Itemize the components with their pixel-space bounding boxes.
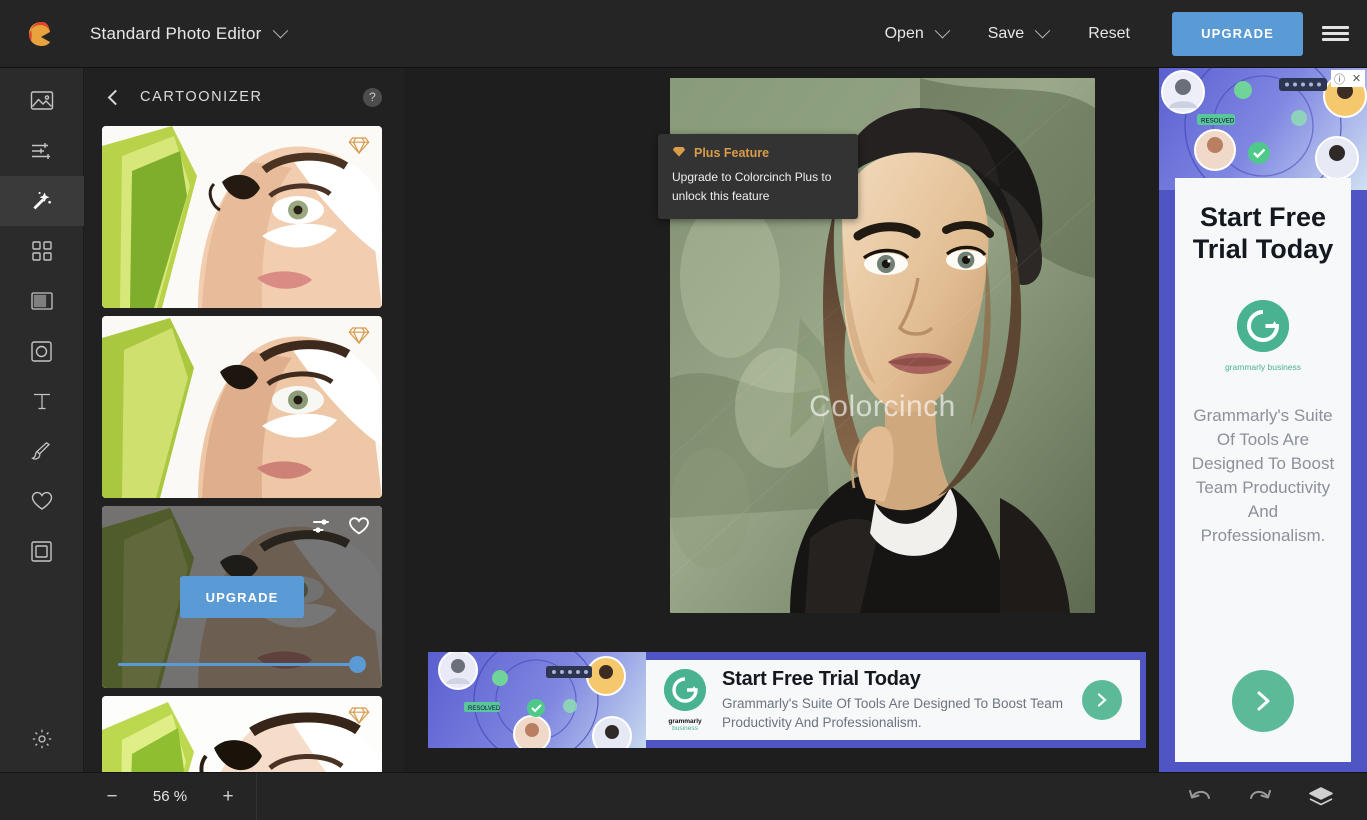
footer-tools [1187,785,1367,809]
colorcinch-logo-icon [27,20,57,48]
thumbnail-upgrade-button[interactable]: UPGRADE [180,576,304,618]
banner-ad-headline: Start Free Trial Today [722,668,1066,691]
effects-panel: CARTOONIZER ? [84,68,404,772]
ad-badge-group: ⓘ ✕ [1331,70,1365,87]
layers-icon[interactable] [1307,785,1335,809]
right-ad-cta-button[interactable] [1232,670,1294,732]
chevron-down-icon [1035,23,1051,39]
sidebar-item-vignette[interactable] [0,326,84,376]
heart-outline-icon[interactable] [348,516,370,541]
sidebar-item-textures[interactable] [0,276,84,326]
help-question-icon[interactable]: ? [363,88,382,107]
effect-thumbnail-1[interactable] [102,126,382,308]
thumbnail-tools [312,516,370,541]
thumbnail-preview-image [102,126,382,308]
redo-icon[interactable] [1247,787,1273,807]
save-menu-button[interactable]: Save [968,0,1068,68]
effect-thumbnail-4[interactable] [102,696,382,772]
panel-title: CARTOONIZER [140,89,363,105]
app-logo[interactable] [0,20,84,48]
right-ad-artwork: RESOLVED ⓘ ✕ [1159,68,1367,190]
diamond-gem-icon [672,145,686,161]
plus-icon[interactable]: + [220,786,236,808]
thumbnail-preview-image [102,316,382,498]
right-ad-card: Start Free Trial Today grammarly busines… [1175,178,1351,762]
hamburger-menu-icon[interactable] [1303,0,1367,68]
chevron-down-icon [273,23,289,39]
zoom-level-value: 56 % [146,788,194,805]
tooltip-title: Plus Feature [694,146,769,160]
chevron-right-icon [1082,680,1122,720]
bottom-banner-ad[interactable]: RESOLVED grammarly [428,652,1146,748]
chevron-right-icon [1232,670,1294,732]
effect-thumbnail-3[interactable]: UPGRADE [102,506,382,688]
ad-info-icon[interactable]: ⓘ [1331,70,1348,87]
sidebar-item-brush[interactable] [0,426,84,476]
svg-text:RESOLVED: RESOLVED [1201,118,1235,125]
effect-thumbnail-2[interactable] [102,316,382,498]
tool-rail [0,68,84,772]
sidebar-item-photo[interactable] [0,76,84,126]
reset-button[interactable]: Reset [1068,0,1150,68]
grammarly-logo-icon: grammarly business [664,669,706,732]
thumbnail-preview-image [102,696,382,772]
undo-icon[interactable] [1187,787,1213,807]
right-ad-headline-line1: Start Free [1200,202,1326,232]
chevron-left-icon[interactable] [106,88,124,106]
banner-ad-text: Start Free Trial Today Grammarly's Suite… [722,668,1066,732]
right-ad-body: Grammarly's Suite Of Tools Are Designed … [1185,404,1341,549]
brand-wordmark: grammarly business [1225,362,1301,372]
brand-name: grammarly [1225,362,1265,372]
app-title-dropdown[interactable]: Standard Photo Editor [90,24,286,44]
save-menu-label: Save [988,25,1024,43]
svg-text:RESOLVED: RESOLVED [468,706,501,712]
sliders-icon[interactable] [312,516,334,541]
app-title-label: Standard Photo Editor [90,24,261,44]
banner-ad-artwork: RESOLVED [428,652,646,748]
chevron-down-icon [934,23,950,39]
sidebar-item-frames[interactable] [0,526,84,576]
brand-suffix: business [672,725,698,732]
right-sidebar-ad[interactable]: RESOLVED ⓘ ✕ Start Free Trial Today [1159,68,1367,772]
effect-thumbnail-list[interactable]: UPGRADE [84,126,404,772]
slider-track [118,663,366,666]
header-menu: Open Save Reset UPGRADE [865,0,1367,68]
panel-header: CARTOONIZER ? [84,68,404,126]
sidebar-item-favorites[interactable] [0,476,84,526]
upgrade-button[interactable]: UPGRADE [1172,12,1303,56]
diamond-gem-icon [348,705,370,725]
right-ad-headline: Start Free Trial Today [1193,202,1334,266]
plus-feature-tooltip: Plus Feature Upgrade to Colorcinch Plus … [658,134,858,219]
tooltip-body: Upgrade to Colorcinch Plus to unlock thi… [672,168,844,205]
photo-editor-app: Standard Photo Editor Open Save Reset UP… [0,0,1367,820]
settings-button[interactable] [0,714,84,764]
open-menu-label: Open [885,25,924,43]
brand-name: grammarly [668,718,701,725]
diamond-gem-icon [348,135,370,155]
banner-ad-card: grammarly business Start Free Trial Toda… [646,660,1140,740]
sidebar-item-text[interactable] [0,376,84,426]
sidebar-item-effects[interactable] [0,176,84,226]
diamond-gem-icon [348,325,370,345]
sidebar-item-overlays[interactable] [0,226,84,276]
effect-intensity-slider[interactable] [118,656,366,672]
minus-icon[interactable]: − [104,786,120,808]
open-menu-button[interactable]: Open [865,0,968,68]
reset-label: Reset [1088,25,1130,43]
canvas-area[interactable]: Colorcinch Plus Feature Upgrade to Color… [404,68,1159,772]
tooltip-title-row: Plus Feature [672,145,844,161]
close-icon[interactable]: ✕ [1348,70,1365,87]
banner-ad-body: Grammarly's Suite Of Tools Are Designed … [722,695,1066,732]
app-header: Standard Photo Editor Open Save Reset UP… [0,0,1367,68]
banner-ad-cta[interactable] [1082,680,1122,720]
brand-suffix: business [1267,362,1301,372]
slider-knob[interactable] [349,656,366,673]
sidebar-item-adjust[interactable] [0,126,84,176]
app-footer: − 56 % + [0,772,1367,820]
right-ad-headline-line2: Trial Today [1193,234,1334,264]
grammarly-logo-icon: grammarly business [1225,300,1301,372]
zoom-controls: − 56 % + [84,773,257,820]
app-body: CARTOONIZER ? [0,68,1367,772]
